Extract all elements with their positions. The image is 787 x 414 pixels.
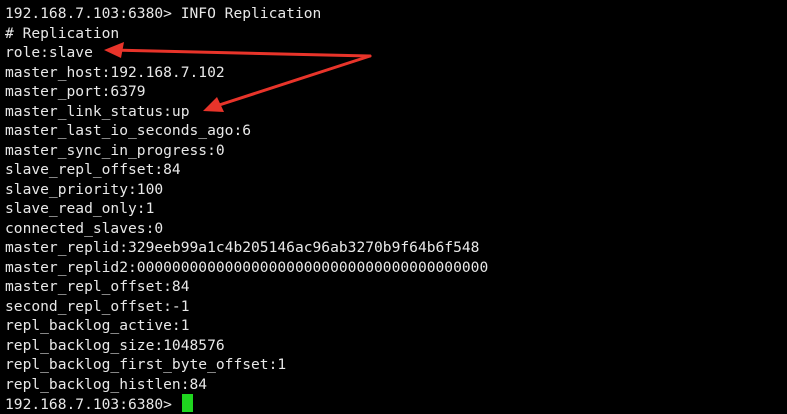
output-line-repl-backlog-histlen: repl_backlog_histlen:84 [5,375,208,393]
output-line-master-link-status: master_link_status:up [5,102,190,120]
output-line-connected-slaves: connected_slaves:0 [5,219,164,237]
terminal-cursor[interactable] [181,394,193,412]
output-line-master-sync: master_sync_in_progress:0 [5,141,225,159]
output-line-master-last-io: master_last_io_seconds_ago:6 [5,122,252,139]
output-line-repl-backlog-size: repl_backlog_size:1048576 [5,336,225,354]
input-line[interactable]: 192.168.7.103:6380> [5,394,488,414]
final-prompt: 192.168.7.103:6380> [5,396,181,413]
output-line-slave-repl-offset: slave_repl_offset:84 [5,161,181,178]
section-header: # Replication [5,24,120,42]
output-line-master-replid2: master_replid2:0000000000000000000000000… [5,258,489,276]
output-line-second-repl-offset: second_repl_offset:-1 [5,297,190,315]
output-line-slave-priority: slave_priority:100 [5,180,164,198]
output-line-master-replid: master_replid:329eeb99a1c4b205146ac96ab3… [5,239,480,256]
output-line-repl-backlog-first-byte: repl_backlog_first_byte_offset:1 [5,356,287,373]
output-line-role: role:slave [5,44,93,61]
command-prompt: 192.168.7.103:6380> [5,5,181,22]
terminal-window[interactable]: 192.168.7.103:6380> INFO Replication # R… [0,0,787,414]
command-line: 192.168.7.103:6380> INFO Replication [5,4,488,24]
terminal-output: 192.168.7.103:6380> INFO Replication # R… [5,4,488,414]
output-line-master-repl-offset: master_repl_offset:84 [5,278,190,295]
output-line-repl-backlog-active: repl_backlog_active:1 [5,317,190,334]
output-line-master-host: master_host:192.168.7.102 [5,63,225,81]
output-line-slave-read-only: slave_read_only:1 [5,200,155,217]
command-text: INFO Replication [180,5,322,22]
output-line-master-port: master_port:6379 [5,83,146,100]
